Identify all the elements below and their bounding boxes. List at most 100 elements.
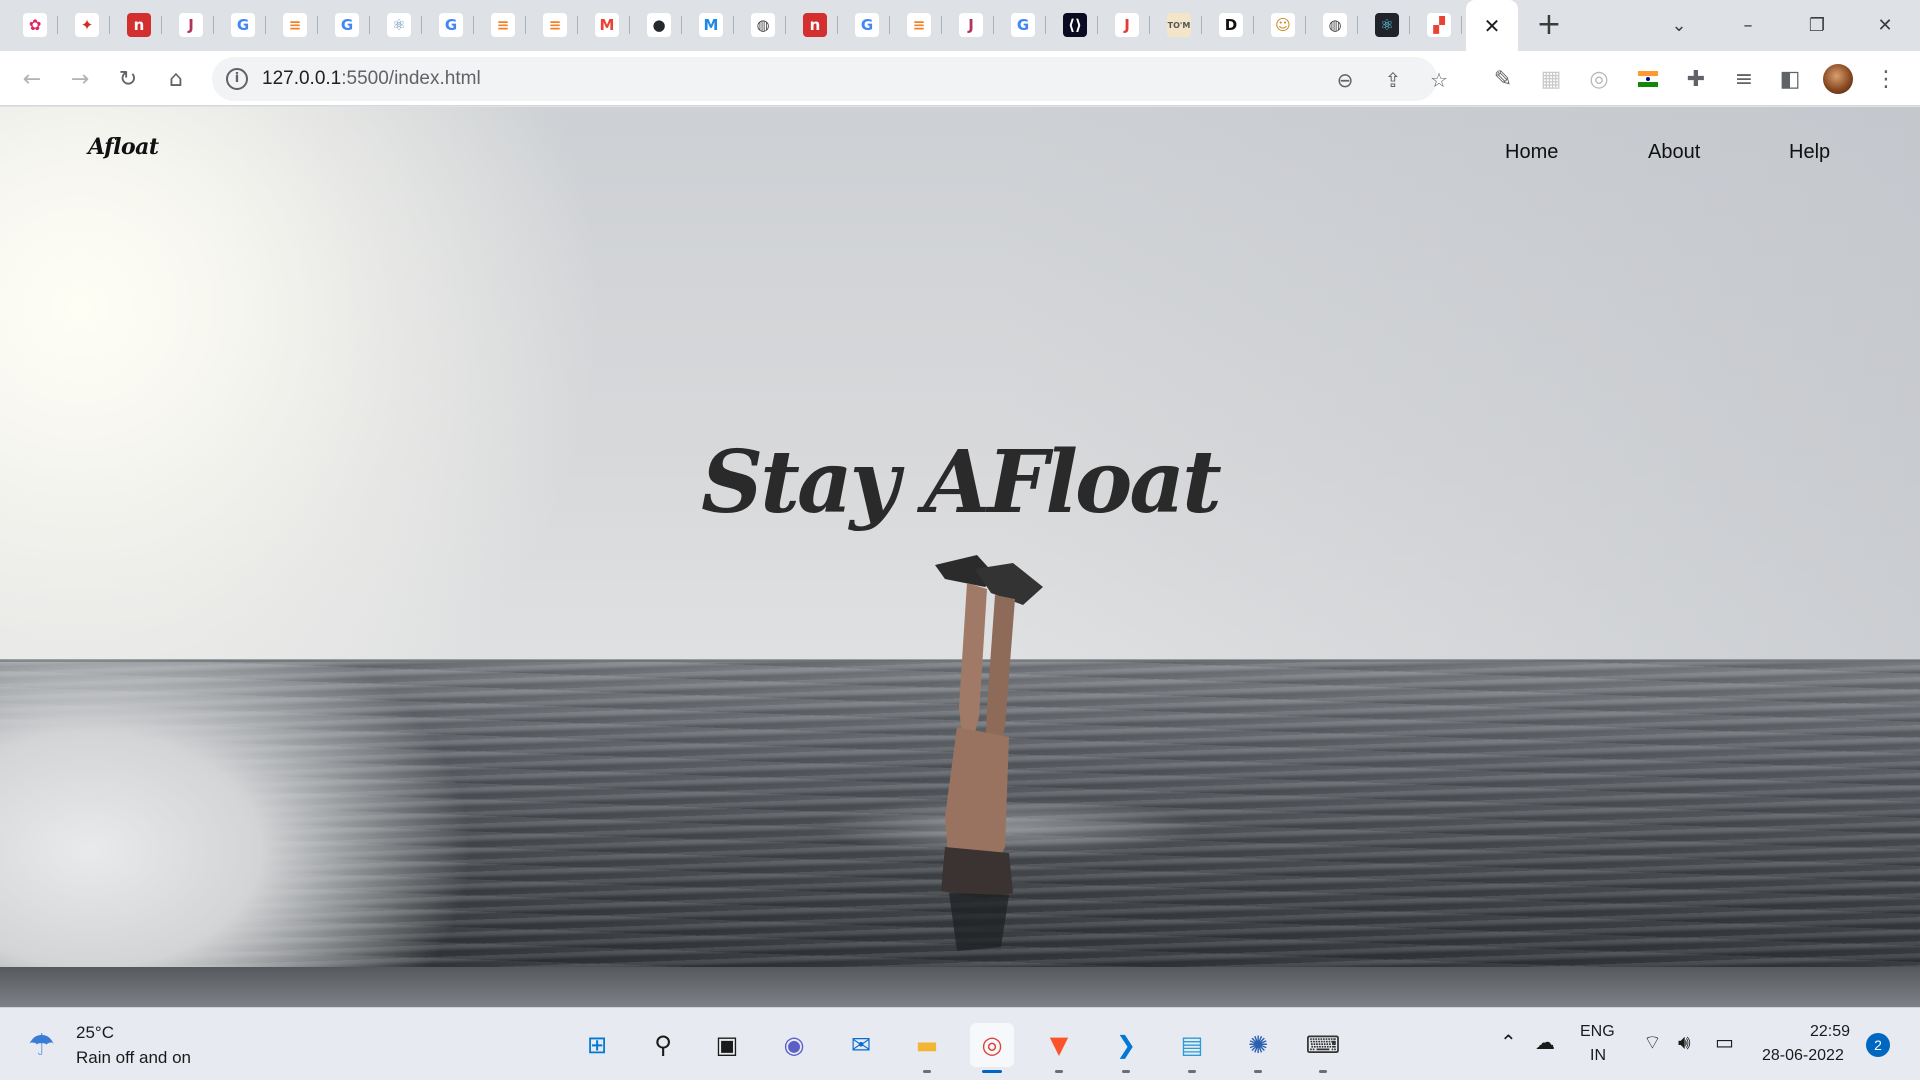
nav-help-link[interactable]: Help: [1789, 141, 1830, 164]
taskbar-brave-icon[interactable]: ▼: [1037, 1023, 1081, 1073]
language-indicator[interactable]: ENG: [1580, 1023, 1615, 1041]
browser-tab[interactable]: ◍: [1312, 7, 1358, 43]
google-icon: G: [439, 13, 463, 37]
browser-tab[interactable]: M: [688, 7, 734, 43]
nav-home-link[interactable]: Home: [1505, 141, 1558, 164]
browser-tab[interactable]: G: [428, 7, 474, 43]
taskbar-mail-icon[interactable]: ✉: [839, 1023, 883, 1067]
weather-description[interactable]: Rain off and on: [76, 1048, 191, 1068]
browser-tab[interactable]: TO'M: [1156, 7, 1202, 43]
react-icon: ⚛: [1375, 13, 1399, 37]
minimize-button[interactable]: –: [1723, 8, 1773, 42]
running-indicator: [1055, 1070, 1063, 1073]
bookmark-star-icon[interactable]: ☆: [1426, 67, 1452, 93]
tab-separator: [421, 16, 422, 34]
browser-tab[interactable]: G: [844, 7, 890, 43]
taskbar-vscode-icon[interactable]: ❯: [1104, 1023, 1148, 1073]
extension-circle-icon[interactable]: ◎: [1583, 63, 1615, 95]
browser-tab[interactable]: J: [948, 7, 994, 43]
forward-button[interactable]: →: [64, 63, 96, 95]
active-tab[interactable]: ✕: [1466, 0, 1518, 51]
site-logo[interactable]: Afloat: [88, 134, 159, 160]
language-region[interactable]: IN: [1590, 1047, 1606, 1065]
media-control-icon[interactable]: ≡: [1728, 63, 1760, 95]
browser-menu-icon[interactable]: ⋮: [1870, 63, 1902, 95]
taskbar-task-view-icon[interactable]: ▣: [705, 1023, 749, 1067]
back-button[interactable]: ←: [16, 63, 48, 95]
battery-icon[interactable]: ▭: [1715, 1030, 1734, 1054]
taskbar-teams-chat-icon[interactable]: ◉: [772, 1023, 816, 1067]
weather-temperature[interactable]: 25°C: [76, 1023, 114, 1043]
india-flag-extension-icon[interactable]: [1632, 63, 1664, 95]
reload-button[interactable]: ↻: [112, 63, 144, 95]
tab-separator: [785, 16, 786, 34]
volume-icon[interactable]: 🔊︎: [1678, 1030, 1691, 1054]
react-icon: ⚛: [387, 13, 411, 37]
browser-tab[interactable]: G: [324, 7, 370, 43]
taskbar-notepad-icon[interactable]: ▤: [1170, 1023, 1214, 1073]
browser-tab[interactable]: D: [1208, 7, 1254, 43]
browser-tab[interactable]: ≡: [272, 7, 318, 43]
extensions-puzzle-icon[interactable]: ✚: [1680, 63, 1712, 95]
taskbar-settings-app-icon[interactable]: ✺: [1236, 1023, 1280, 1073]
browser-tab[interactable]: ✦: [64, 7, 110, 43]
browser-tab[interactable]: ⚛: [1364, 7, 1410, 43]
clock-time[interactable]: 22:59: [1810, 1023, 1850, 1041]
taskbar-search-icon[interactable]: ⚲: [641, 1023, 685, 1067]
tab-separator: [1305, 16, 1306, 34]
stackoverflow-icon: ≡: [491, 13, 515, 37]
profile-avatar[interactable]: [1822, 63, 1854, 95]
google-icon: G: [335, 13, 359, 37]
n-logo-icon: n: [127, 13, 151, 37]
onedrive-cloud-icon[interactable]: ☁: [1535, 1030, 1555, 1054]
address-bar[interactable]: i 127.0.0.1:5500/index.html ⊖ ⇪ ☆: [212, 57, 1448, 101]
browser-tab[interactable]: ⚛: [376, 7, 422, 43]
wifi-icon[interactable]: ⌔: [1643, 1030, 1662, 1055]
browser-tab[interactable]: J: [1104, 7, 1150, 43]
address-url[interactable]: 127.0.0.1:5500/index.html: [262, 68, 481, 90]
tab-separator: [1409, 16, 1410, 34]
browser-tab[interactable]: n: [116, 7, 162, 43]
browser-tab[interactable]: ≡: [896, 7, 942, 43]
side-panel-icon[interactable]: ◧: [1774, 63, 1806, 95]
zoom-icon[interactable]: ⊖: [1332, 67, 1358, 93]
share-icon[interactable]: ⇪: [1380, 67, 1406, 93]
browser-tab[interactable]: ≡: [480, 7, 526, 43]
eyedropper-extension-icon[interactable]: ✎: [1487, 63, 1519, 95]
browser-tab[interactable]: ◍: [740, 7, 786, 43]
browser-tab[interactable]: ●: [636, 7, 682, 43]
extension-grid-icon[interactable]: ▦: [1535, 63, 1567, 95]
taskbar-chrome-icon[interactable]: ◎: [970, 1023, 1014, 1073]
close-tab-icon[interactable]: ✕: [1484, 14, 1501, 38]
home-button[interactable]: ⌂: [160, 63, 192, 95]
globe-icon: ◍: [751, 13, 775, 37]
browser-tab[interactable]: J: [168, 7, 214, 43]
new-tab-button[interactable]: +: [1533, 10, 1565, 42]
browser-tab[interactable]: ▞: [1416, 7, 1462, 43]
close-window-button[interactable]: ✕: [1860, 8, 1910, 42]
browser-tab[interactable]: M: [584, 7, 630, 43]
browser-tab[interactable]: ⟨⟩: [1052, 7, 1098, 43]
browser-tab[interactable]: ✿: [12, 7, 58, 43]
taskbar-terminal-icon[interactable]: ⌨: [1301, 1023, 1345, 1073]
restore-button[interactable]: ❐: [1792, 8, 1842, 42]
notification-badge[interactable]: 2: [1866, 1033, 1890, 1057]
show-hidden-icons-chevron[interactable]: ⌃: [1500, 1030, 1517, 1054]
taskbar-start-icon[interactable]: ⊞: [575, 1023, 619, 1067]
tab-separator: [993, 16, 994, 34]
browser-tab[interactable]: n: [792, 7, 838, 43]
browser-tab[interactable]: ☺: [1260, 7, 1306, 43]
site-info-icon[interactable]: i: [226, 68, 248, 90]
browser-tab[interactable]: ≡: [532, 7, 578, 43]
tab-separator: [733, 16, 734, 34]
tab-search-icon[interactable]: ⌄: [1654, 8, 1704, 42]
tab-separator: [317, 16, 318, 34]
browser-tab[interactable]: G: [1000, 7, 1046, 43]
browser-tab[interactable]: G: [220, 7, 266, 43]
weather-rain-icon[interactable]: ☂: [28, 1028, 64, 1064]
running-indicator: [923, 1070, 931, 1073]
nav-about-link[interactable]: About: [1648, 141, 1700, 164]
taskbar-file-explorer-icon[interactable]: ▬: [905, 1023, 949, 1073]
clock-date[interactable]: 28-06-2022: [1762, 1047, 1844, 1065]
tab-separator: [941, 16, 942, 34]
